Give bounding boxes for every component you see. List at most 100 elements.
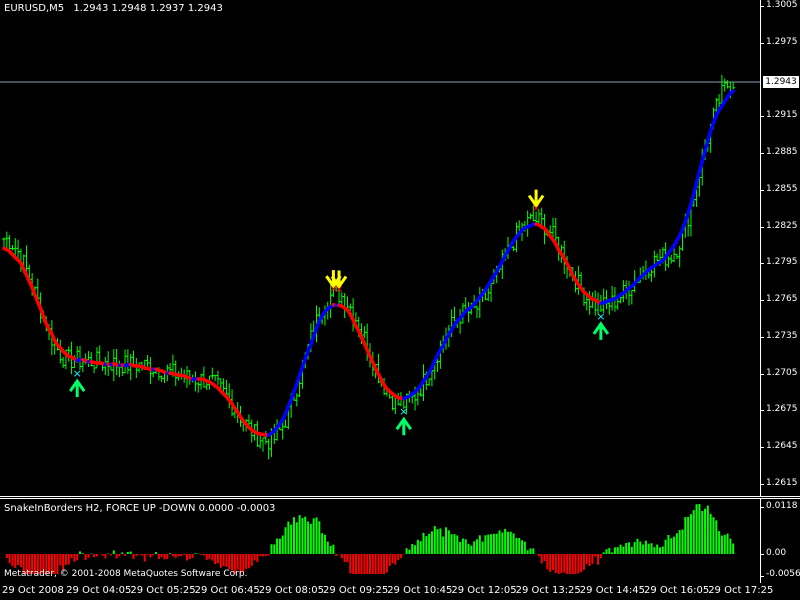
symbol-quote-label: EURUSD,M5 1.2943 1.2948 1.2937 1.2943 — [4, 3, 223, 14]
price-tick-mark — [761, 226, 764, 228]
price-tick-label: 1.2885 — [766, 147, 798, 158]
price-tick-label: 1.2645 — [766, 441, 798, 451]
price-bar — [61, 357, 66, 369]
price-tick-mark — [761, 410, 764, 412]
price-bar — [511, 246, 516, 252]
price-bar — [210, 367, 215, 380]
price-tick-label: 1.2795 — [766, 257, 798, 268]
price-bar — [474, 305, 479, 319]
price-bar — [10, 244, 15, 251]
price-bar — [607, 302, 612, 315]
price-tick-label: 1.2975 — [766, 36, 798, 47]
quote-values: 1.2943 1.2948 1.2937 1.2943 — [73, 3, 223, 14]
sell-cross-marker: × — [334, 283, 343, 296]
price-bar — [201, 366, 206, 388]
price-tick-label: 1.2735 — [766, 330, 798, 341]
price-bar — [283, 419, 288, 428]
price-tick-label: 1.2705 — [766, 367, 798, 378]
time-tick-label: 29 Oct 17:25 — [708, 585, 774, 596]
price-bar — [193, 371, 198, 392]
price-chart-canvas[interactable]: ×××××× — [0, 0, 760, 496]
price-tick-label: 1.2675 — [766, 404, 798, 415]
price-bar — [477, 287, 482, 318]
buy-cross-marker: × — [596, 310, 605, 323]
snake-segment-up — [728, 89, 735, 96]
price-bar — [179, 367, 184, 380]
price-bar — [627, 280, 632, 306]
price-tick-label: 1.2855 — [766, 183, 798, 194]
price-tick-mark — [761, 483, 764, 485]
ind-tick-mark — [761, 554, 764, 555]
indicator-axis: 0.0118 0.00 -0.0056 — [760, 499, 800, 583]
time-tick-label: 29 Oct 10:45 — [387, 585, 453, 596]
symbol-name: EURUSD,M5 — [4, 3, 65, 14]
price-tick-mark — [761, 336, 764, 338]
time-tick-label: 29 Oct 08:05 — [258, 585, 324, 596]
buy-arrow-icon: × — [395, 405, 413, 436]
ind-tick-mark — [761, 576, 764, 577]
price-bar — [655, 253, 660, 262]
time-tick-label: 29 Oct 13:25 — [515, 585, 581, 596]
price-tick-label: 1.3005 — [766, 0, 798, 11]
buy-arrow-icon: × — [592, 310, 610, 340]
price-bar — [117, 360, 122, 378]
time-tick-label: 29 Oct 06:45 — [194, 585, 260, 596]
indicator-title: SnakeInBorders H2, FORCE UP -DOWN 0.0000… — [4, 503, 276, 514]
price-tick-mark — [761, 153, 764, 155]
ind-tick-label: 0.00 — [766, 548, 787, 558]
price-bar — [669, 254, 674, 264]
sell-arrow-icon: × — [527, 189, 545, 215]
price-bar — [134, 357, 139, 378]
price-tick-mark — [761, 189, 764, 191]
sell-cross-marker: × — [531, 202, 540, 215]
price-bar — [92, 364, 97, 374]
price-tick-mark — [761, 373, 764, 375]
price-bar — [4, 231, 9, 250]
buy-arrow-shape — [68, 378, 86, 398]
price-bar — [517, 220, 522, 232]
buy-arrow-shape — [592, 321, 610, 340]
price-bar — [722, 78, 727, 92]
price-tick-label: 1.2615 — [766, 477, 798, 488]
price-bar — [629, 290, 634, 305]
price-tick-mark — [761, 447, 764, 448]
price-tick-mark — [761, 300, 764, 302]
price-bar — [94, 347, 99, 369]
price-bar — [89, 352, 94, 367]
buy-arrow-shape — [395, 416, 413, 436]
time-tick-label: 29 Oct 05:25 — [130, 585, 196, 596]
price-bar — [719, 74, 724, 104]
buy-cross-marker: × — [73, 367, 82, 380]
buy-cross-marker: × — [399, 405, 408, 418]
price-bar — [123, 349, 128, 374]
price-axis: 1.3005 1.2975 1.2915 1.2885 1.2855 1.2825 1.27… — [760, 0, 800, 496]
price-bar — [345, 296, 350, 309]
trading-chart[interactable]: × × × × × × EURUSD,M5 1.2943 1.2948 1.2937 1.… — [0, 0, 800, 600]
price-tick-mark — [761, 263, 764, 265]
price-bar — [13, 238, 18, 256]
time-tick-label: 29 Oct 04:05 — [66, 585, 132, 596]
price-tick-mark — [761, 6, 764, 8]
price-bar — [452, 306, 457, 322]
price-bar — [261, 437, 266, 452]
price-tick-label: 1.2825 — [766, 220, 798, 231]
price-bar — [114, 348, 119, 376]
price-bar — [213, 375, 218, 382]
time-tick-label: 29 Oct 09:25 — [323, 585, 389, 596]
current-price-label: 1.2943 — [763, 76, 799, 89]
price-bar — [525, 210, 530, 237]
price-bar — [128, 354, 133, 381]
price-bar — [199, 373, 204, 390]
ind-tick-label: -0.0056 — [766, 569, 800, 579]
time-tick-label: 29 Oct 2008 — [2, 585, 64, 596]
ind-tick-mark — [761, 507, 764, 508]
price-bar — [86, 351, 91, 367]
time-tick-label: 29 Oct 12:05 — [451, 585, 517, 596]
time-tick-label: 29 Oct 16:05 — [644, 585, 710, 596]
price-tick-label: 1.2765 — [766, 294, 798, 305]
price-tick-mark — [761, 42, 764, 44]
copyright-text: Metatrader, © 2001-2008 MetaQuotes Softw… — [4, 569, 248, 579]
price-bar — [196, 381, 201, 393]
price-bar — [294, 393, 299, 407]
panel-divider — [0, 496, 800, 497]
